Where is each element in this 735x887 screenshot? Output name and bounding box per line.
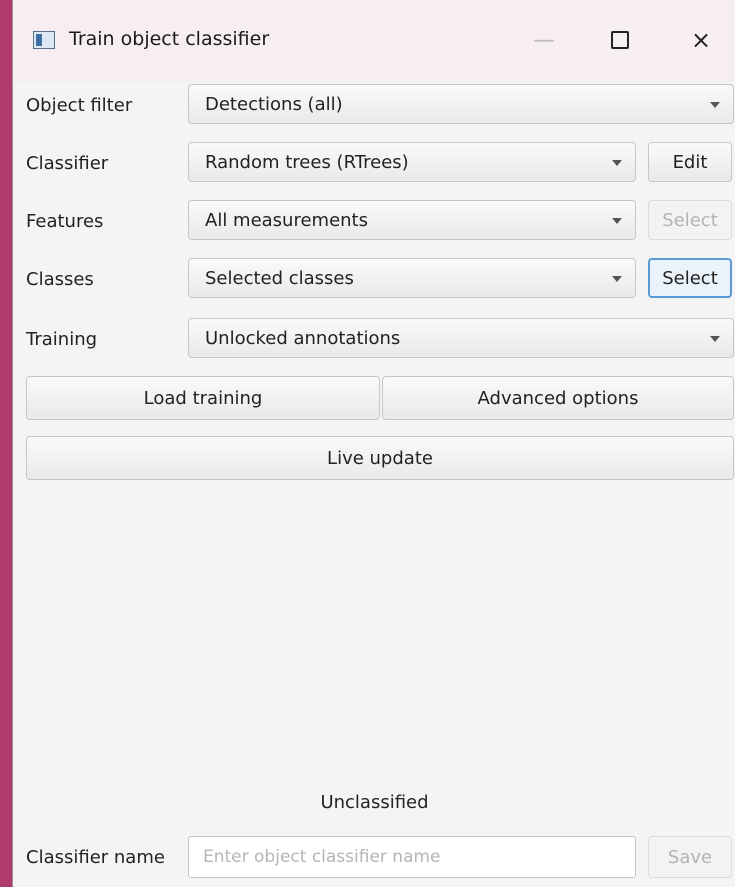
train-object-classifier-window: Train object classifier — × Object filte… — [12, 0, 735, 887]
minimize-button[interactable]: — — [521, 18, 567, 62]
live-update-button[interactable]: Live update — [26, 436, 734, 480]
chevron-down-icon — [710, 102, 720, 108]
features-label: Features — [26, 211, 104, 232]
classes-value: Selected classes — [205, 268, 354, 289]
object-filter-row: Object filter Detections (all) — [13, 84, 735, 128]
maximize-button[interactable] — [597, 18, 643, 62]
classifier-label: Classifier — [26, 153, 109, 174]
classifier-name-input[interactable] — [188, 836, 636, 878]
classification-status: Unclassified — [320, 792, 429, 813]
features-row: Features All measurements Select — [13, 200, 735, 244]
features-value: All measurements — [205, 210, 368, 231]
training-combo[interactable]: Unlocked annotations — [188, 318, 734, 358]
maximize-icon — [611, 31, 629, 49]
classifier-combo[interactable]: Random trees (RTrees) — [188, 142, 636, 182]
chevron-down-icon — [612, 218, 622, 224]
title-bar[interactable]: Train object classifier — × — [13, 0, 735, 82]
minimize-icon: — — [533, 27, 555, 53]
classifier-name-label: Classifier name — [26, 847, 165, 868]
save-button[interactable]: Save — [648, 836, 732, 878]
chevron-down-icon — [710, 336, 720, 342]
training-label: Training — [26, 329, 98, 350]
features-combo[interactable]: All measurements — [188, 200, 636, 240]
close-button[interactable]: × — [678, 18, 724, 62]
chevron-down-icon — [612, 276, 622, 282]
classifier-value: Random trees (RTrees) — [205, 152, 409, 173]
training-row: Training Unlocked annotations — [13, 318, 735, 362]
classes-label: Classes — [26, 269, 94, 290]
advanced-options-button[interactable]: Advanced options — [382, 376, 734, 420]
classifier-row: Classifier Random trees (RTrees) Edit — [13, 142, 735, 186]
classes-row: Classes Selected classes Select — [13, 258, 735, 302]
load-training-button[interactable]: Load training — [26, 376, 380, 420]
window-title: Train object classifier — [69, 28, 270, 50]
close-icon: × — [690, 26, 712, 54]
training-value: Unlocked annotations — [205, 328, 401, 349]
classes-combo[interactable]: Selected classes — [188, 258, 636, 298]
classifier-edit-button[interactable]: Edit — [648, 142, 732, 182]
object-filter-combo[interactable]: Detections (all) — [188, 84, 734, 124]
object-filter-label: Object filter — [26, 95, 133, 116]
features-select-button[interactable]: Select — [648, 200, 732, 240]
app-icon — [33, 31, 55, 49]
chevron-down-icon — [612, 160, 622, 166]
classes-select-button[interactable]: Select — [648, 258, 732, 298]
object-filter-value: Detections (all) — [205, 94, 343, 115]
